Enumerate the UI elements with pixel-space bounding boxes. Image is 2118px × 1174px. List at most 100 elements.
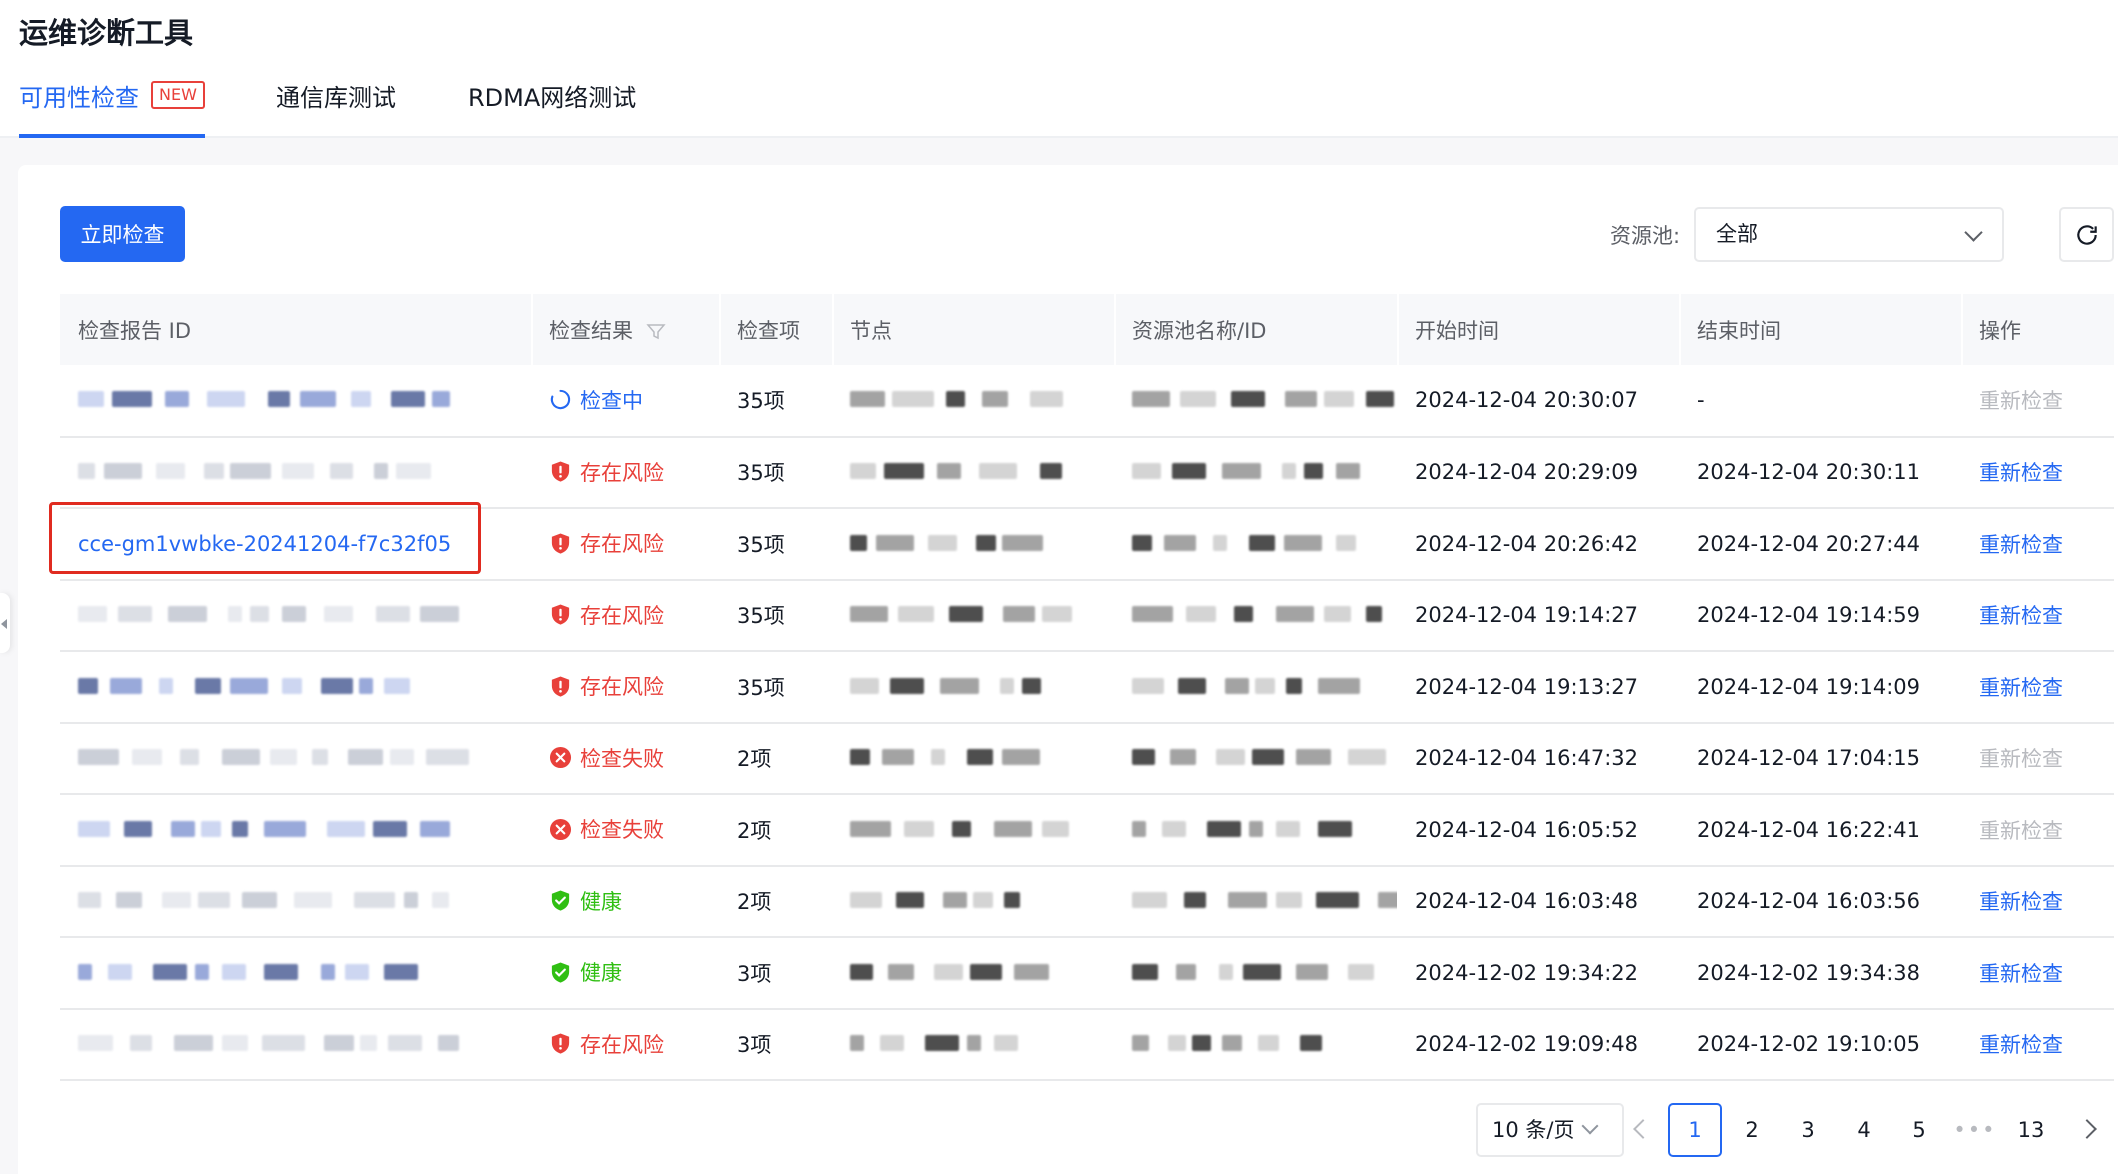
recheck-link[interactable]: 重新检查 [1979, 819, 2063, 843]
redacted-block [1022, 677, 1041, 694]
redacted-block [132, 749, 162, 766]
redacted-block [890, 677, 924, 694]
redacted-block [78, 820, 110, 837]
tab-comm-lib-test[interactable]: 通信库测试 [276, 78, 396, 136]
redacted-block [884, 463, 924, 480]
filter-icon[interactable] [646, 322, 666, 342]
redacted-block [153, 963, 187, 980]
start-time-cell: 2024-12-04 19:13:27 [1397, 651, 1679, 724]
redacted-block [282, 606, 306, 623]
redacted-block [1304, 463, 1323, 480]
recheck-link[interactable]: 重新检查 [1979, 604, 2063, 628]
redacted-block [207, 391, 245, 408]
page-ellipsis[interactable]: ••• [1948, 1103, 2002, 1157]
redacted-block [1228, 892, 1267, 909]
redacted-block [327, 820, 365, 837]
redacted-block [1132, 391, 1170, 408]
page-1-button[interactable]: 1 [1668, 1103, 1722, 1157]
redacted-block [116, 892, 142, 909]
page-2-button[interactable]: 2 [1725, 1103, 1779, 1157]
redacted-block [952, 820, 971, 837]
redacted-block [892, 391, 934, 408]
redacted-block [937, 463, 961, 480]
page-5-button[interactable]: 5 [1892, 1103, 1946, 1157]
status-text: 健康 [580, 961, 622, 985]
redacted-block [1132, 820, 1146, 837]
col-header-items: 检查项 [719, 294, 832, 365]
redacted-block [1234, 606, 1253, 623]
redacted-block [850, 892, 882, 909]
redacted-block [850, 963, 873, 980]
shield-warning-icon [551, 461, 570, 482]
recheck-link[interactable]: 重新检查 [1979, 1033, 2063, 1057]
redacted-block [1366, 391, 1394, 408]
shield-warning-icon [551, 532, 570, 554]
page-4-button[interactable]: 4 [1837, 1103, 1891, 1157]
page-size-select[interactable]: 10 条/页 [1476, 1103, 1624, 1157]
redacted-block [195, 963, 209, 980]
redacted-block [1282, 463, 1296, 480]
recheck-link[interactable]: 重新检查 [1979, 461, 2063, 485]
tab-rdma-network-test[interactable]: RDMA网络测试 [468, 78, 636, 136]
end-time-cell: 2024-12-04 20:30:11 [1679, 436, 1961, 509]
pool-cell [1114, 722, 1397, 795]
recheck-link[interactable]: 重新检查 [1979, 676, 2063, 700]
redacted-block [104, 463, 142, 480]
start-time-cell: 2024-12-02 19:09:48 [1397, 1008, 1679, 1081]
redacted-block [78, 892, 101, 909]
redacted-block [1178, 677, 1206, 694]
redacted-block [351, 391, 371, 408]
redacted-block [222, 1035, 248, 1052]
redacted-block [1336, 463, 1360, 480]
col-header-result[interactable]: 检查结果 [531, 294, 719, 365]
action-cell: 重新检查 [1961, 937, 2114, 1010]
refresh-icon [2076, 224, 2097, 245]
report-id-link[interactable]: cce-gm1vwbke-20241204-f7c32f05 [78, 532, 451, 556]
nodes-cell [832, 436, 1114, 509]
redacted-block [943, 892, 967, 909]
redacted-block [925, 1035, 959, 1052]
redacted-block [432, 391, 450, 408]
pool-cell [1114, 651, 1397, 724]
pool-cell [1114, 794, 1397, 867]
side-collapse-handle[interactable] [0, 593, 10, 653]
check-now-button[interactable]: 立即检查 [60, 206, 185, 262]
table-row: 存在风险 35项 2024-12-04 19:13:27 2024-12-04 19:… [60, 651, 2114, 724]
redacted-block [1324, 606, 1351, 623]
redacted-block [222, 963, 246, 980]
redacted-block [1002, 749, 1040, 766]
redacted-block [282, 463, 314, 480]
col-header-pool: 资源池名称/ID [1114, 294, 1397, 365]
redacted-block [1348, 963, 1374, 980]
recheck-link[interactable]: 重新检查 [1979, 747, 2063, 771]
redacted-block [1170, 749, 1196, 766]
redacted-block [904, 820, 934, 837]
result-cell: 存在风险 [531, 508, 719, 581]
report-id-cell [60, 365, 531, 438]
redacted-block [324, 1035, 354, 1052]
redacted-block [1132, 749, 1155, 766]
redacted-block [232, 820, 248, 837]
pool-select[interactable]: 全部 [1694, 207, 2004, 262]
recheck-link[interactable]: 重新检查 [1979, 533, 2063, 557]
recheck-link[interactable]: 重新检查 [1979, 962, 2063, 986]
redacted-block [171, 820, 195, 837]
tab-availability-check[interactable]: 可用性检查 NEW [19, 78, 205, 138]
page-last-button[interactable]: 13 [2004, 1103, 2058, 1157]
shield-warning-icon [551, 1033, 570, 1054]
recheck-link[interactable]: 重新检查 [1979, 890, 2063, 914]
page-3-button[interactable]: 3 [1781, 1103, 1835, 1157]
result-cell: 健康 [531, 865, 719, 938]
redacted-block [78, 677, 98, 694]
redacted-block [1296, 749, 1331, 766]
redacted-block [1213, 534, 1227, 551]
report-id-cell[interactable]: cce-gm1vwbke-20241204-f7c32f05 [60, 508, 531, 581]
redacted-block [1014, 963, 1049, 980]
end-time-cell: 2024-12-04 16:03:56 [1679, 865, 1961, 938]
status-text: 存在风险 [580, 532, 664, 556]
redacted-block [390, 749, 414, 766]
redacted-block [180, 749, 199, 766]
redacted-block [1231, 391, 1265, 408]
recheck-link[interactable]: 重新检查 [1979, 389, 2063, 413]
refresh-button[interactable] [2059, 207, 2114, 262]
